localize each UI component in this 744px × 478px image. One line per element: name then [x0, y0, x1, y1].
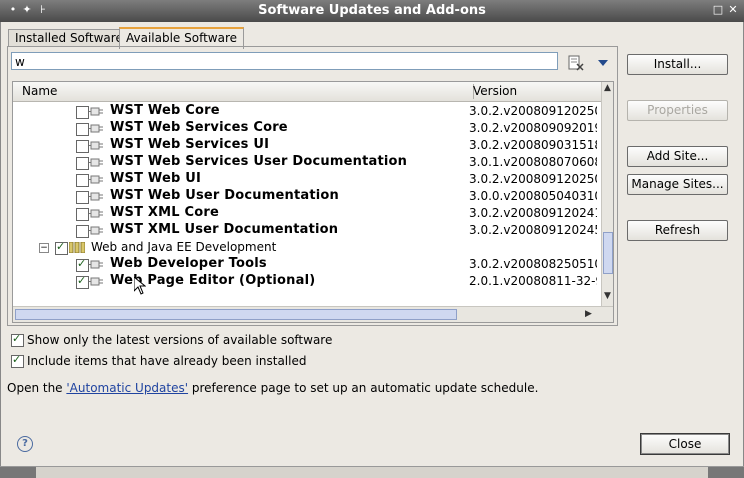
table-row[interactable]: WST Web User Documentation 3.0.0.v2008050… — [13, 188, 601, 205]
feature-icon — [89, 122, 103, 135]
row-name: WST XML Core — [110, 205, 219, 220]
tree-header: Name Version — [13, 82, 601, 102]
tab-installed-software[interactable]: Installed Software — [8, 29, 130, 47]
scroll-down-icon[interactable]: ▼ — [604, 291, 611, 301]
feature-icon — [89, 207, 103, 220]
filter-input[interactable]: w — [11, 52, 558, 70]
close-window-icon[interactable]: ✕ — [726, 3, 740, 17]
row-name: WST Web UI — [110, 171, 202, 186]
row-checkbox[interactable] — [76, 106, 89, 119]
column-version[interactable]: Version — [473, 84, 517, 98]
table-row[interactable]: Web Page Editor (Optional)2.0.1.v2008081… — [13, 273, 601, 290]
table-row[interactable]: WST Web Services User Documentation 3.0.1… — [13, 154, 601, 171]
row-checkbox[interactable] — [76, 123, 89, 136]
automatic-updates-link[interactable]: 'Automatic Updates' — [66, 381, 188, 395]
info-text: Open the 'Automatic Updates' preference … — [7, 381, 538, 395]
show-latest-label: Show only the latest versions of availab… — [27, 333, 333, 347]
install-button[interactable]: Install... — [627, 54, 728, 75]
row-version: 3.0.2.v200809120250 — [469, 104, 597, 118]
table-row[interactable]: WST Web Core 3.0.2.v200809120250 — [13, 103, 601, 120]
row-name: WST Web User Documentation — [110, 188, 340, 203]
include-installed-label: Include items that have already been ins… — [27, 354, 307, 368]
close-button[interactable]: Close — [640, 433, 730, 455]
category-checkbox[interactable] — [55, 240, 68, 255]
manage-sites-button[interactable]: Manage Sites... — [627, 174, 728, 195]
row-name: WST Web Services UI — [110, 137, 270, 152]
feature-icon — [89, 275, 103, 288]
mouse-cursor-icon — [134, 277, 146, 295]
row-checkbox[interactable] — [76, 157, 89, 170]
table-row[interactable]: WST Web Services Core 3.0.2.v200809092019 — [13, 120, 601, 137]
category-icon — [69, 242, 85, 253]
feature-icon — [89, 105, 103, 118]
info-prefix: Open the — [7, 381, 67, 395]
feature-icon — [89, 190, 103, 203]
vertical-scrollbar[interactable]: ▲ ▼ — [601, 82, 613, 306]
properties-button[interactable]: Properties — [627, 100, 728, 121]
table-row[interactable]: WST Web Services UI 3.0.2.v200809031518 — [13, 137, 601, 154]
scroll-right-icon[interactable]: ▶ — [585, 309, 592, 319]
horizontal-scroll-thumb[interactable] — [15, 309, 457, 320]
show-latest-checkbox[interactable] — [11, 332, 24, 347]
row-version: 3.0.0.v200805040310 — [469, 189, 597, 203]
row-checkbox[interactable] — [76, 140, 89, 153]
horizontal-scrollbar[interactable]: ▶ — [13, 306, 613, 322]
feature-icon — [89, 258, 103, 271]
software-tree[interactable]: Name Version WST Web Core 3.0.2.v20080912… — [12, 81, 614, 323]
scroll-up-icon[interactable]: ▲ — [604, 83, 611, 93]
vertical-scroll-thumb[interactable] — [603, 232, 613, 274]
title-bar: • ✦ ⊦ Software Updates and Add-ons □ ✕ — [0, 0, 744, 22]
feature-icon — [89, 139, 103, 152]
row-name: WST Web Core — [110, 103, 220, 118]
row-version: 3.0.2.v200809092019 — [469, 121, 597, 135]
row-version: 3.0.2.v200809120250 — [469, 172, 597, 186]
collapse-icon[interactable]: − — [39, 243, 49, 253]
refresh-button[interactable]: Refresh — [627, 220, 728, 241]
row-version: 2.0.1.v20080811-32-9 — [469, 274, 597, 288]
row-checkbox[interactable] — [76, 191, 89, 204]
maximize-icon[interactable]: □ — [711, 3, 725, 17]
clear-filter-icon[interactable] — [568, 55, 584, 71]
row-checkbox[interactable] — [76, 257, 89, 272]
view-menu-icon[interactable] — [598, 60, 608, 67]
bottom-border — [0, 466, 744, 478]
feature-icon — [89, 156, 103, 169]
include-installed-checkbox[interactable] — [11, 353, 24, 368]
category-row[interactable]: − Web and Java EE Development — [13, 239, 601, 256]
row-name: WST Web Services User Documentation — [110, 154, 408, 169]
info-suffix: preference page to set up an automatic u… — [188, 381, 539, 395]
table-row[interactable]: WST XML User Documentation 3.0.2.v2008091… — [13, 222, 601, 239]
row-name: WST Web Services Core — [110, 120, 288, 135]
row-name: WST XML User Documentation — [110, 222, 339, 237]
table-row[interactable]: Web Developer Tools 3.0.2.v200808250510 — [13, 256, 601, 273]
row-checkbox[interactable] — [76, 225, 89, 238]
feature-icon — [89, 224, 103, 237]
row-version: 3.0.2.v200809031518 — [469, 138, 597, 152]
feature-icon — [89, 173, 103, 186]
table-row[interactable]: WST XML Core 3.0.2.v200809120241 — [13, 205, 601, 222]
row-name: Web Developer Tools — [110, 256, 267, 271]
row-version: 3.0.2.v200809120245 — [469, 223, 597, 237]
row-checkbox[interactable] — [76, 208, 89, 221]
row-checkbox[interactable] — [76, 174, 89, 187]
window-title: Software Updates and Add-ons — [258, 3, 486, 18]
column-name[interactable]: Name — [22, 84, 57, 98]
category-name: Web and Java EE Development — [91, 240, 277, 254]
table-row[interactable]: WST Web UI 3.0.2.v200809120250 — [13, 171, 601, 188]
row-version: 3.0.2.v200808250510 — [469, 257, 597, 271]
add-site-button[interactable]: Add Site... — [627, 146, 728, 167]
row-version: 3.0.2.v200809120241 — [469, 206, 597, 220]
row-checkbox[interactable] — [76, 274, 89, 289]
row-version: 3.0.1.v200808070608 — [469, 155, 597, 169]
help-icon[interactable]: ? — [17, 436, 33, 452]
